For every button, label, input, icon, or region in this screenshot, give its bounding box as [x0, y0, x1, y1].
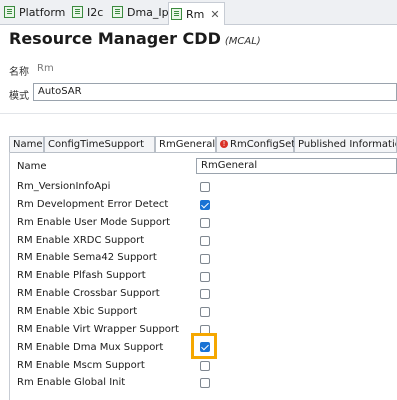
divider: [0, 113, 397, 114]
param-label: Rm Enable Global Init: [17, 377, 126, 388]
name-input[interactable]: RmGeneral: [196, 158, 397, 174]
close-icon[interactable]: ✕: [210, 8, 219, 21]
param-checkbox[interactable]: [200, 200, 210, 210]
name-value: Rm: [37, 63, 54, 74]
module-icon: [112, 6, 123, 18]
name-row-label: Name: [17, 161, 47, 172]
variant-field[interactable]: AutoSAR: [33, 83, 397, 101]
param-label: RM Enable Plfash Support: [17, 270, 146, 281]
param-checkbox[interactable]: [200, 289, 210, 299]
tab-configtimesupport[interactable]: ConfigTimeSupport: [44, 136, 155, 152]
tab-rmgeneral[interactable]: RmGeneral: [155, 136, 216, 152]
param-checkbox[interactable]: [200, 254, 210, 264]
param-checkbox[interactable]: [200, 361, 210, 371]
tab-rm[interactable]: Rm ✕: [168, 2, 225, 25]
param-label: RM Enable Dma Mux Support: [17, 342, 164, 353]
parameter-tab-bar: Name ConfigTimeSupport RmGeneral ! RmConf…: [9, 136, 397, 153]
module-icon: [72, 6, 83, 18]
tab-dma-ip[interactable]: Dma_Ip: [110, 2, 169, 22]
variant-label: 模式: [9, 91, 29, 102]
highlight-box: [191, 333, 217, 359]
param-label: Rm Enable User Mode Support: [17, 217, 171, 228]
param-checkbox[interactable]: [200, 307, 210, 317]
module-icon: [171, 8, 182, 20]
param-checkbox[interactable]: [200, 236, 210, 246]
param-label: Rm_VersionInfoApi: [17, 181, 111, 192]
param-label: RM Enable Crossbar Support: [17, 288, 160, 299]
tab-published-information[interactable]: Published Information: [294, 136, 397, 152]
param-checkbox[interactable]: [200, 182, 210, 192]
page-subtitle: (MCAL): [224, 36, 261, 47]
param-label: Rm Development Error Detect: [17, 199, 169, 210]
param-label: RM Enable Sema42 Support: [17, 252, 157, 263]
param-label: RM Enable Virt Wrapper Support: [17, 324, 179, 335]
editor-tab-bar: Platform I2c Dma_Ip Rm ✕: [0, 0, 397, 25]
name-label: 名称: [9, 67, 29, 78]
tab-platform[interactable]: Platform: [2, 2, 65, 22]
param-label: RM Enable Xbic Support: [17, 306, 138, 317]
tab-i2c[interactable]: I2c: [70, 2, 103, 22]
tab-name[interactable]: Name: [9, 136, 44, 152]
param-checkbox[interactable]: [200, 378, 210, 388]
param-label: RM Enable XRDC Support: [17, 235, 145, 246]
param-label: RM Enable Mscm Support: [17, 360, 145, 371]
page-title: Resource Manager CDD (MCAL): [9, 29, 261, 48]
param-checkbox[interactable]: [200, 218, 210, 228]
tab-rmconfigset[interactable]: ! RmConfigSet: [216, 136, 295, 152]
param-checkbox[interactable]: [200, 272, 210, 282]
module-icon: [4, 6, 15, 18]
error-icon: !: [220, 140, 228, 148]
